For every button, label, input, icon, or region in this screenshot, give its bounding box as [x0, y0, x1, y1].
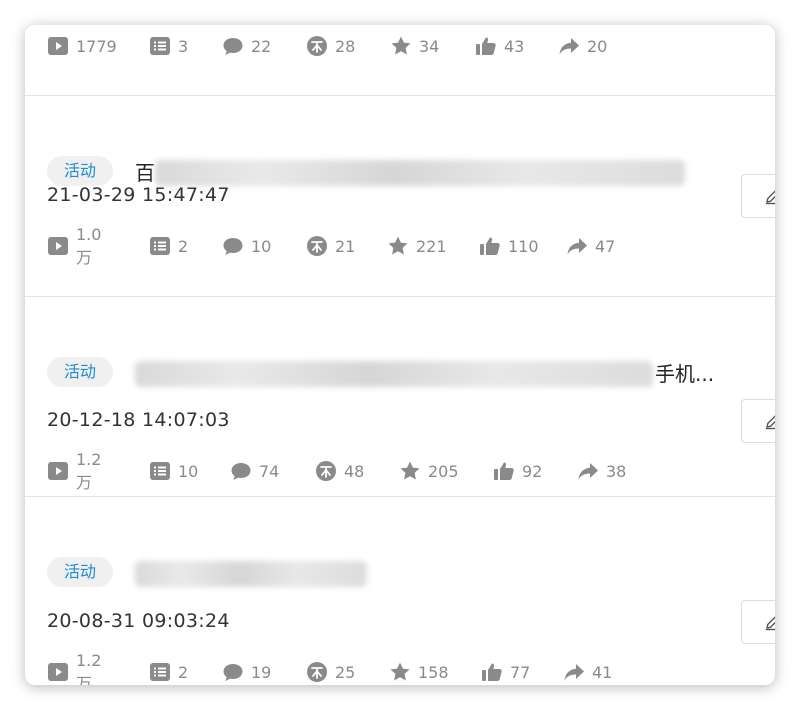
edit-icon — [764, 187, 775, 205]
shares-stat: 20 — [558, 34, 607, 58]
lists-stat: 2 — [149, 660, 188, 684]
post-item: 活动 手机... 20-12-18 14:07:03 1.2万 10 74 48… — [25, 297, 775, 497]
lists-stat: 10 — [149, 459, 198, 483]
favorites-stat: 205 — [399, 459, 459, 483]
coin-icon — [306, 35, 328, 57]
likes-stat: 110 — [479, 234, 539, 258]
share-icon — [566, 235, 588, 257]
coin-icon — [315, 460, 337, 482]
plays-stat: 1.0万 — [47, 225, 101, 267]
edit-button[interactable] — [741, 600, 775, 644]
post-title[interactable] — [135, 557, 367, 587]
redacted-title-text — [135, 360, 653, 387]
lists-stat: 3 — [149, 34, 188, 58]
favorites-stat: 158 — [389, 660, 449, 684]
activity-tag[interactable]: 活动 — [47, 557, 113, 587]
post-date: 20-08-31 09:03:24 — [47, 610, 230, 632]
coins-stat: 48 — [315, 459, 364, 483]
edit-button[interactable] — [741, 174, 775, 218]
thumbs-up-icon — [493, 460, 515, 482]
thumbs-up-icon — [481, 661, 503, 683]
comments-stat: 19 — [222, 660, 271, 684]
star-icon — [387, 235, 409, 257]
post-list-card: 1779 3 22 28 34 43 20 活动 百 21-03-29 15:4… — [25, 25, 775, 685]
comments-stat: 10 — [222, 234, 271, 258]
comment-icon — [222, 235, 244, 257]
shares-stat: 47 — [566, 234, 615, 258]
post-item: 活动 百 21-03-29 15:47:47 1.0万 2 10 21 221 … — [25, 96, 775, 296]
likes-stat: 77 — [481, 660, 530, 684]
comment-icon — [222, 35, 244, 57]
list-icon — [149, 235, 171, 257]
coin-icon — [306, 235, 328, 257]
shares-stat: 38 — [577, 459, 626, 483]
star-icon — [390, 35, 412, 57]
lists-stat: 2 — [149, 234, 188, 258]
likes-stat: 92 — [493, 459, 542, 483]
star-icon — [389, 661, 411, 683]
edit-icon — [764, 613, 775, 631]
play-icon — [47, 661, 69, 683]
play-icon — [47, 235, 69, 257]
coin-icon — [306, 661, 328, 683]
plays-stat: 1.2万 — [47, 450, 101, 492]
activity-tag[interactable]: 活动 — [47, 156, 113, 186]
favorites-stat: 221 — [387, 234, 447, 258]
redacted-title-text — [155, 159, 685, 186]
post-title[interactable]: 手机... — [135, 357, 714, 387]
likes-stat: 43 — [475, 34, 524, 58]
share-icon — [563, 661, 585, 683]
post-title[interactable]: 百 — [135, 156, 685, 186]
coins-stat: 25 — [306, 660, 355, 684]
coins-stat: 28 — [306, 34, 355, 58]
coins-stat: 21 — [306, 234, 355, 258]
activity-tag[interactable]: 活动 — [47, 357, 113, 387]
list-icon — [149, 661, 171, 683]
list-icon — [149, 35, 171, 57]
play-icon — [47, 460, 69, 482]
redacted-title-text — [135, 560, 367, 587]
post-date: 21-03-29 15:47:47 — [47, 184, 230, 206]
play-icon — [47, 35, 69, 57]
post-item: 1779 3 22 28 34 43 20 — [25, 25, 775, 95]
share-icon — [558, 35, 580, 57]
comments-stat: 74 — [230, 459, 279, 483]
post-item: 活动 20-08-31 09:03:24 1.2万 2 19 25 158 77… — [25, 497, 775, 685]
comments-stat: 22 — [222, 34, 271, 58]
plays-stat: 1.2万 — [47, 651, 101, 685]
shares-stat: 41 — [563, 660, 612, 684]
edit-icon — [764, 412, 775, 430]
plays-stat: 1779 — [47, 34, 117, 58]
thumbs-up-icon — [479, 235, 501, 257]
star-icon — [399, 460, 421, 482]
thumbs-up-icon — [475, 35, 497, 57]
post-date: 20-12-18 14:07:03 — [47, 409, 230, 431]
list-icon — [149, 460, 171, 482]
edit-button[interactable] — [741, 399, 775, 443]
comment-icon — [222, 661, 244, 683]
share-icon — [577, 460, 599, 482]
favorites-stat: 34 — [390, 34, 439, 58]
comment-icon — [230, 460, 252, 482]
